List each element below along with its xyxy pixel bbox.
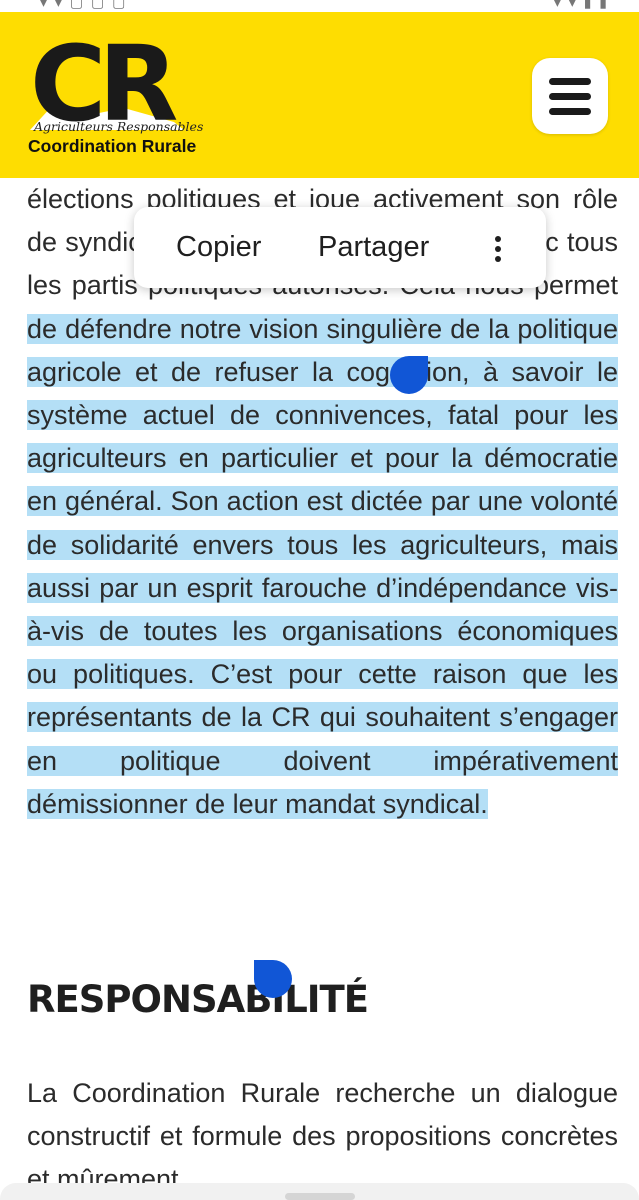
selection-end-handle[interactable]: [254, 960, 292, 998]
status-icons-right: ▾ ▾ ▮ ▮: [553, 0, 609, 10]
selected-text[interactable]: de défendre notre vision singulière de l…: [27, 313, 618, 819]
more-options-button[interactable]: [484, 207, 512, 288]
menu-button[interactable]: [532, 58, 608, 134]
text-selection-toolbar: Copier Partager: [134, 207, 546, 288]
copy-button[interactable]: Copier: [176, 207, 261, 288]
article-paragraph-2: La Coordination Rurale recherche un dial…: [27, 1078, 618, 1195]
selection-start-handle[interactable]: [390, 356, 428, 394]
drag-handle[interactable]: [285, 1193, 355, 1200]
section-heading: RESPONSABILITÉ: [27, 978, 369, 1021]
bottom-sheet-bar[interactable]: [0, 1183, 639, 1200]
logo-brand-name: Coordination Rurale: [28, 136, 197, 156]
status-icons-left: ▾ ▾ ▢ ▢ ▢: [40, 0, 128, 10]
status-bar: ▾ ▾ ▢ ▢ ▢ ▾ ▾ ▮ ▮: [0, 0, 639, 12]
site-logo[interactable]: CR Agriculteurs Responsables Coordinatio…: [24, 34, 224, 174]
article-body: élections politiques et joue activement …: [27, 178, 618, 1200]
logo-tagline: Agriculteurs Responsables: [34, 119, 204, 134]
site-header: CR Agriculteurs Responsables Coordinatio…: [0, 12, 639, 178]
share-button[interactable]: Partager: [318, 207, 429, 288]
